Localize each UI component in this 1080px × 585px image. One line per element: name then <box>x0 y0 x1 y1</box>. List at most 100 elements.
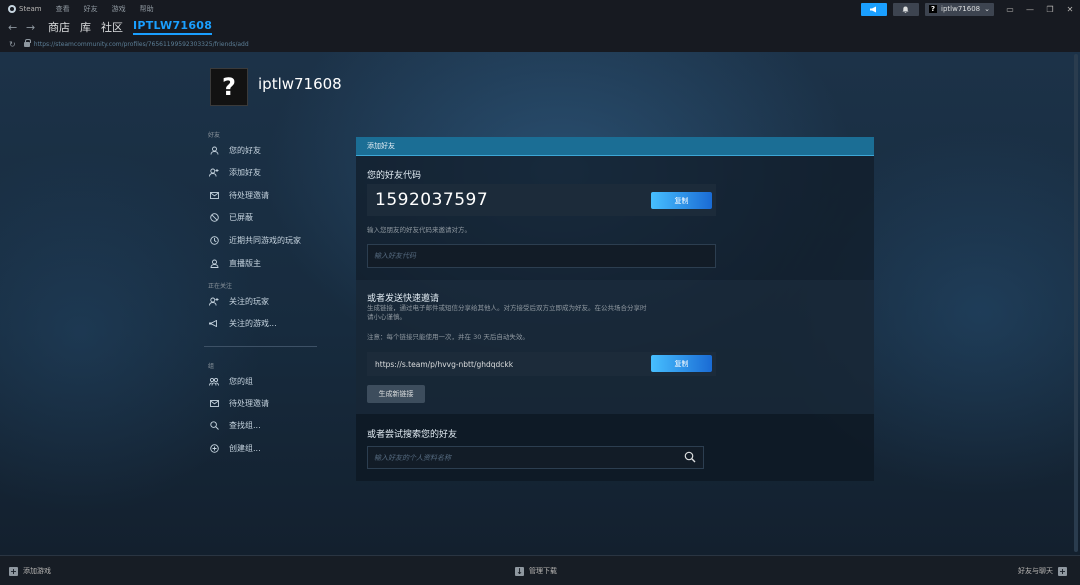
big-picture-icon[interactable]: ▭ <box>1000 5 1020 14</box>
restore-icon[interactable]: ❐ <box>1040 5 1060 14</box>
sidebar-item-pending-invites[interactable]: 待处理邀请 <box>208 188 269 202</box>
envelope-icon <box>208 189 220 201</box>
follow-person-icon <box>208 295 220 307</box>
chat-plus-icon: + <box>1058 566 1067 576</box>
account-avatar: ? <box>928 5 938 13</box>
title-right-controls: ? iptlw71608 ⌄ ▭ — ❐ ✕ <box>860 0 1080 18</box>
friend-code-input[interactable]: 输入好友代码 <box>367 244 716 268</box>
sidebar-item-create-group[interactable]: 创建组... <box>208 441 261 455</box>
bottom-bar: + 添加游戏 ↓ 管理下载 好友与聊天 + <box>0 555 1080 585</box>
search-friends-heading: 或者尝试搜索您的好友 <box>367 430 458 440</box>
clock-icon <box>208 234 220 246</box>
steam-menu-label: Steam <box>19 5 42 13</box>
sidebar-item-recently-played[interactable]: 近期共同游戏的玩家 <box>208 233 301 247</box>
sidebar-item-find-groups[interactable]: 查找组... <box>208 418 261 432</box>
sidebar-item-label: 已屏蔽 <box>229 212 253 222</box>
moderator-icon <box>208 257 220 269</box>
profile-name[interactable]: iptlw71608 <box>258 75 342 93</box>
friends-chat-label: 好友与聊天 <box>1018 567 1053 575</box>
sidebar-item-followed-games[interactable]: 关注的游戏... <box>208 316 277 330</box>
reload-icon[interactable]: ↻ <box>9 40 16 49</box>
sidebar-item-add-friend[interactable]: 添加好友 <box>208 165 261 179</box>
add-game-button[interactable]: + 添加游戏 <box>9 556 51 585</box>
sidebar-item-label: 您的好友 <box>229 145 261 155</box>
plus-square-icon: + <box>9 566 18 576</box>
tab-community[interactable]: 社区 <box>101 19 123 35</box>
sidebar-item-label: 关注的玩家 <box>229 296 269 306</box>
menu-view[interactable]: 查看 <box>56 4 70 14</box>
back-arrow-icon[interactable]: ← <box>8 21 18 34</box>
sidebar-item-broadcast-moderators[interactable]: 直播版主 <box>208 256 261 270</box>
sidebar-item-your-groups[interactable]: 您的组 <box>208 374 253 388</box>
account-menu-button[interactable]: ? iptlw71608 ⌄ <box>924 2 994 16</box>
quick-invite-note: 注意：每个链接只能使用一次，并在 30 天后自动失效。 <box>367 333 529 341</box>
tab-library[interactable]: 库 <box>80 19 91 35</box>
bell-icon <box>902 6 909 13</box>
sidebar-heading-groups: 组 <box>208 363 215 370</box>
sidebar-divider <box>204 346 317 347</box>
group-icon <box>208 375 220 387</box>
quick-invite-description-line1: 生成链接，通过电子邮件或短信分享给其他人。对方接受后双方立即成为好友。在公共场合… <box>367 304 647 312</box>
title-menubar: Steam 查看 好友 游戏 帮助 ? iptlw71608 ⌄ ▭ — ❐ ✕ <box>0 0 1080 18</box>
tab-store[interactable]: 商店 <box>48 19 70 35</box>
page-scrollbar[interactable] <box>1074 54 1078 552</box>
announcements-button[interactable] <box>860 2 887 16</box>
steam-logo-icon <box>8 5 16 13</box>
search-icon[interactable] <box>684 451 696 463</box>
plus-circle-icon <box>208 442 220 454</box>
manage-downloads-label: 管理下载 <box>529 567 557 575</box>
quick-invite-description-line2: 请小心谨慎。 <box>367 313 406 321</box>
download-icon: ↓ <box>515 566 524 576</box>
megaphone-icon <box>870 6 877 12</box>
menu-friends[interactable]: 好友 <box>84 4 98 14</box>
copy-invite-link-button[interactable]: 复制 <box>651 355 712 372</box>
sidebar-item-blocked[interactable]: 已屏蔽 <box>208 210 253 224</box>
main-navbar: ← → 商店 库 社区 IPTLW71608 <box>0 18 1080 36</box>
sidebar-item-label: 添加好友 <box>229 167 261 177</box>
search-icon <box>208 419 220 431</box>
invite-link-value[interactable]: https://s.team/p/hvvg-nbtt/ghdqdckk <box>375 360 513 369</box>
add-person-icon <box>208 166 220 178</box>
invite-hint: 输入您朋友的好友代码来邀请对方。 <box>367 226 471 234</box>
sidebar-item-label: 关注的游戏... <box>229 318 277 328</box>
sidebar-heading-friends: 好友 <box>208 132 221 139</box>
menu-help[interactable]: 帮助 <box>140 4 154 14</box>
manage-downloads-button[interactable]: ↓ 管理下载 <box>515 556 557 585</box>
sidebar-item-label: 创建组... <box>229 443 261 453</box>
friend-code-value[interactable]: 1592037597 <box>375 190 488 210</box>
sidebar-item-label: 待处理邀请 <box>229 190 269 200</box>
close-icon[interactable]: ✕ <box>1060 5 1080 14</box>
copy-friend-code-button[interactable]: 复制 <box>651 192 712 209</box>
forward-arrow-icon[interactable]: → <box>26 21 36 34</box>
friend-code-heading: 您的好友代码 <box>367 171 422 181</box>
url-bar: ↻ https://steamcommunity.com/profiles/76… <box>0 36 1080 52</box>
sidebar-item-followed-players[interactable]: 关注的玩家 <box>208 294 269 308</box>
quick-invite-heading: 或者发送快速邀请 <box>367 294 440 304</box>
follow-game-icon <box>208 317 220 329</box>
panel-header: 添加好友 <box>356 137 874 156</box>
account-name: iptlw71608 <box>941 5 981 13</box>
chevron-down-icon: ⌄ <box>984 5 990 13</box>
sidebar-item-label: 待处理邀请 <box>229 398 269 408</box>
menu-games[interactable]: 游戏 <box>112 4 126 14</box>
sidebar-item-label: 您的组 <box>229 376 253 386</box>
notifications-button[interactable] <box>892 2 919 16</box>
search-friends-input[interactable]: 输入好友的个人资料名称 <box>367 446 704 469</box>
sidebar-item-group-invites[interactable]: 待处理邀请 <box>208 396 269 410</box>
friends-chat-button[interactable]: 好友与聊天 + <box>1018 556 1067 585</box>
steam-menu[interactable]: Steam <box>8 5 42 13</box>
profile-avatar[interactable]: ? <box>210 68 248 106</box>
sidebar-item-label: 近期共同游戏的玩家 <box>229 235 301 245</box>
person-icon <box>208 144 220 156</box>
blocked-icon <box>208 211 220 223</box>
tab-profile[interactable]: IPTLW71608 <box>133 19 213 35</box>
sidebar-heading-following: 正在关注 <box>208 283 233 290</box>
add-game-label: 添加游戏 <box>23 567 51 575</box>
sidebar-item-your-friends[interactable]: 您的好友 <box>208 143 261 157</box>
sidebar-item-label: 直播版主 <box>229 258 261 268</box>
url-text[interactable]: https://steamcommunity.com/profiles/7656… <box>34 41 249 48</box>
lock-icon <box>23 38 31 47</box>
generate-link-button[interactable]: 生成新链接 <box>367 385 425 403</box>
envelope-icon <box>208 397 220 409</box>
minimize-icon[interactable]: — <box>1020 5 1040 14</box>
